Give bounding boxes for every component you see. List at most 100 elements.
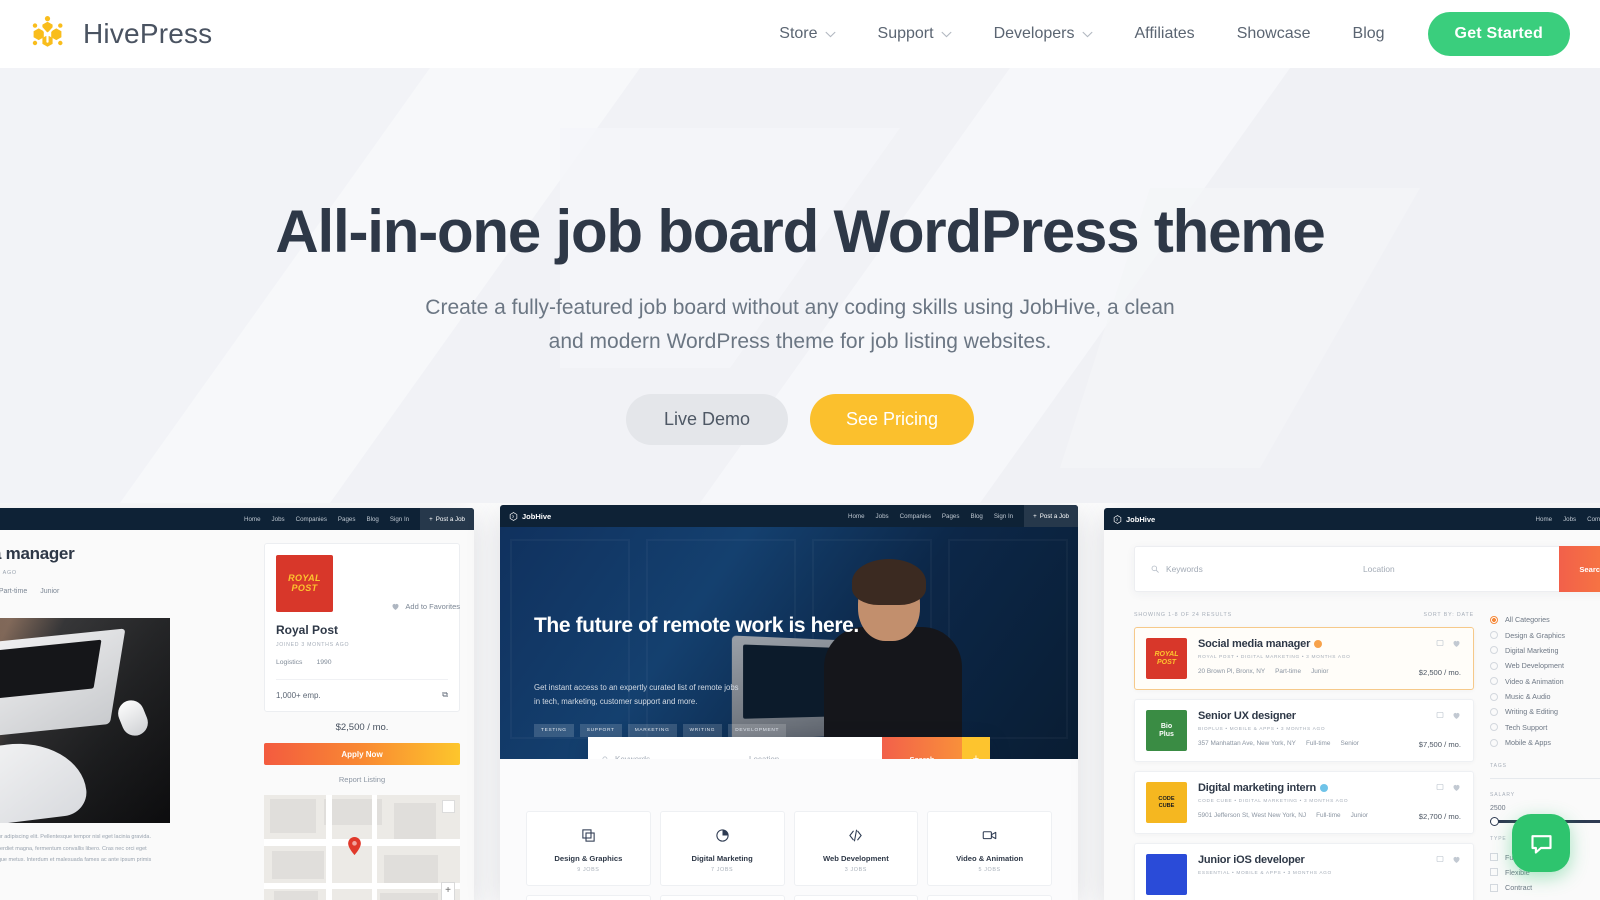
hero-tag[interactable]: MARKETING bbox=[627, 724, 677, 737]
filter-option-digital-marketing[interactable]: Digital Marketing bbox=[1490, 643, 1600, 658]
filter-option-tech-support[interactable]: Tech Support bbox=[1490, 720, 1600, 735]
keywords-input[interactable]: Keywords bbox=[1135, 564, 1347, 574]
mini-nav-signin[interactable]: Sign In bbox=[390, 516, 409, 523]
compare-icon[interactable] bbox=[1436, 711, 1444, 719]
map-zoom-in-button[interactable]: + bbox=[442, 883, 454, 897]
mini-nav-blog[interactable]: Blog bbox=[366, 516, 378, 523]
mini-nav-jobs[interactable]: Jobs bbox=[876, 513, 889, 520]
get-started-button[interactable]: Get Started bbox=[1427, 12, 1570, 56]
slider-handle-min[interactable] bbox=[1490, 817, 1499, 827]
table-row[interactable]: ROYAL POST Social media manager ROYAL POS… bbox=[1134, 627, 1474, 690]
mini-nav-post-a-job[interactable]: + Post a Job bbox=[1024, 505, 1078, 527]
table-row[interactable]: Junior iOS developer ESSENTIAL • MOBILE … bbox=[1134, 843, 1474, 900]
main-nav: Store Support Developers Affiliates Show… bbox=[758, 12, 1570, 56]
category-card-row2[interactable] bbox=[659, 895, 785, 900]
heart-icon[interactable] bbox=[1452, 855, 1461, 864]
job-level: Junior bbox=[1350, 812, 1369, 819]
location-input[interactable]: Location bbox=[1347, 564, 1559, 574]
hero-tag[interactable]: TESTING bbox=[534, 724, 574, 737]
add-to-favorites-button[interactable]: Add to Favorites bbox=[391, 602, 460, 611]
location-map[interactable]: + − Map data ©2021 Google Terms of Use R… bbox=[264, 795, 460, 900]
filter-option-web-development[interactable]: Web Development bbox=[1490, 658, 1600, 673]
filter-option-music-audio[interactable]: Music & Audio bbox=[1490, 689, 1600, 704]
category-card-row2[interactable] bbox=[927, 895, 1052, 900]
apply-now-button[interactable]: Apply Now bbox=[264, 743, 460, 765]
screenshot-homepage[interactable]: JobHive Home Jobs Companies Pages Blog S… bbox=[500, 505, 1078, 900]
brand-logo-link[interactable]: HivePress bbox=[30, 14, 212, 54]
nav-item-developers[interactable]: Developers bbox=[973, 25, 1114, 43]
live-demo-button[interactable]: Live Demo bbox=[625, 394, 788, 446]
category-card-row2[interactable] bbox=[793, 895, 919, 900]
plus-icon: + bbox=[429, 515, 433, 523]
compare-icon[interactable] bbox=[1436, 639, 1444, 647]
heart-icon[interactable] bbox=[1452, 711, 1461, 720]
filter-option-design-graphics[interactable]: Design & Graphics bbox=[1490, 627, 1600, 642]
listing-photo bbox=[0, 618, 170, 823]
category-card-video-animation[interactable]: Video & Animation 5 JOBS bbox=[927, 811, 1052, 886]
mini-nav-companies[interactable]: Companies bbox=[900, 513, 931, 520]
showcase-screenshots: Home Jobs Companies Pages Blog Sign In +… bbox=[0, 503, 1600, 900]
hero-tag[interactable]: SUPPORT bbox=[579, 724, 622, 737]
filter-option-writing-editing[interactable]: Writing & Editing bbox=[1490, 704, 1600, 719]
nav-label-store: Store bbox=[779, 25, 818, 42]
nav-item-support[interactable]: Support bbox=[857, 25, 973, 43]
heart-icon[interactable] bbox=[1452, 639, 1461, 648]
mini-nav-home[interactable]: Home bbox=[244, 516, 261, 523]
map-fullscreen-button[interactable] bbox=[442, 800, 455, 813]
jobhive-mark-icon bbox=[509, 511, 518, 521]
sort-dropdown[interactable]: SORT BY: DATE bbox=[1424, 612, 1475, 618]
filter-option-video-animation[interactable]: Video & Animation bbox=[1490, 674, 1600, 689]
mini-nav-companies[interactable]: Companies bbox=[1587, 516, 1600, 523]
map-zoom-controls[interactable]: + − bbox=[441, 882, 455, 900]
filter-option-all-categories[interactable]: All Categories bbox=[1490, 612, 1600, 627]
compare-icon[interactable] bbox=[1436, 855, 1444, 863]
nav-item-blog[interactable]: Blog bbox=[1332, 25, 1406, 43]
video-camera-icon bbox=[932, 825, 1047, 845]
listing-meta: MARKETING • 3 MONTHS AGO bbox=[0, 570, 17, 576]
add-filter-button[interactable]: + bbox=[962, 737, 990, 759]
report-listing-button[interactable]: Report Listing bbox=[264, 775, 460, 784]
filter-type-contract[interactable]: Contract bbox=[1490, 880, 1600, 895]
nav-item-showcase[interactable]: Showcase bbox=[1216, 25, 1332, 43]
mini-nav-post-a-job[interactable]: + Post a Job bbox=[420, 508, 474, 530]
listing-type: Part-time bbox=[0, 588, 28, 595]
heart-icon[interactable] bbox=[1452, 783, 1461, 792]
category-card-design-graphics[interactable]: Design & Graphics 9 JOBS bbox=[526, 811, 651, 886]
filter-option-mobile-apps[interactable]: Mobile & Apps bbox=[1490, 735, 1600, 750]
category-card-digital-marketing[interactable]: Digital Marketing 7 JOBS bbox=[659, 811, 785, 886]
jobhive-logo-text: JobHive bbox=[522, 511, 552, 521]
category-card-row2[interactable] bbox=[526, 895, 651, 900]
category-card-web-development[interactable]: Web Development 3 JOBS bbox=[793, 811, 919, 886]
listing-level: Junior bbox=[40, 588, 60, 595]
see-pricing-button[interactable]: See Pricing bbox=[809, 394, 975, 446]
search-button[interactable]: Search bbox=[1559, 546, 1600, 592]
divider bbox=[1490, 778, 1600, 780]
search-button[interactable]: Search bbox=[882, 737, 962, 759]
chat-widget-button[interactable] bbox=[1512, 814, 1570, 872]
table-row[interactable]: CODE CUBE Digital marketing intern CODE C… bbox=[1134, 771, 1474, 834]
mini-nav-home[interactable]: Home bbox=[1536, 516, 1553, 523]
mini-nav-companies[interactable]: Companies bbox=[296, 516, 327, 523]
mini-nav-signin[interactable]: Sign In bbox=[994, 513, 1013, 520]
mini-nav-jobs[interactable]: Jobs bbox=[1563, 516, 1576, 523]
filter-label: Music & Audio bbox=[1505, 692, 1551, 702]
mini-nav-blog[interactable]: Blog bbox=[970, 513, 982, 520]
hero-tag[interactable]: DEVELOPMENT bbox=[728, 724, 787, 737]
location-input[interactable]: Location bbox=[735, 755, 882, 760]
hero-tag[interactable]: WRITING bbox=[682, 724, 723, 737]
table-row[interactable]: Bio Plus Senior UX designer BIOPLUS • MOB… bbox=[1134, 699, 1474, 762]
mini-nav-pages[interactable]: Pages bbox=[338, 516, 356, 523]
keywords-input[interactable]: Keywords bbox=[588, 755, 735, 759]
compare-icon[interactable] bbox=[1436, 783, 1444, 791]
jobhive-logo[interactable]: JobHive bbox=[509, 512, 551, 521]
jobhive-logo[interactable]: JobHive bbox=[1113, 515, 1155, 524]
screenshot-listing-detail[interactable]: Home Jobs Companies Pages Blog Sign In +… bbox=[0, 508, 474, 900]
job-search-bar: Keywords Location Search bbox=[1134, 546, 1600, 592]
nav-item-store[interactable]: Store bbox=[758, 25, 856, 43]
mini-nav-home[interactable]: Home bbox=[848, 513, 865, 520]
nav-item-affiliates[interactable]: Affiliates bbox=[1114, 25, 1216, 43]
mini-nav-pages[interactable]: Pages bbox=[942, 513, 960, 520]
mini-nav-jobs[interactable]: Jobs bbox=[272, 516, 285, 523]
filter-label: Design & Graphics bbox=[1505, 630, 1565, 640]
category-grid: Design & Graphics 9 JOBS Digital Marketi… bbox=[500, 759, 1078, 900]
